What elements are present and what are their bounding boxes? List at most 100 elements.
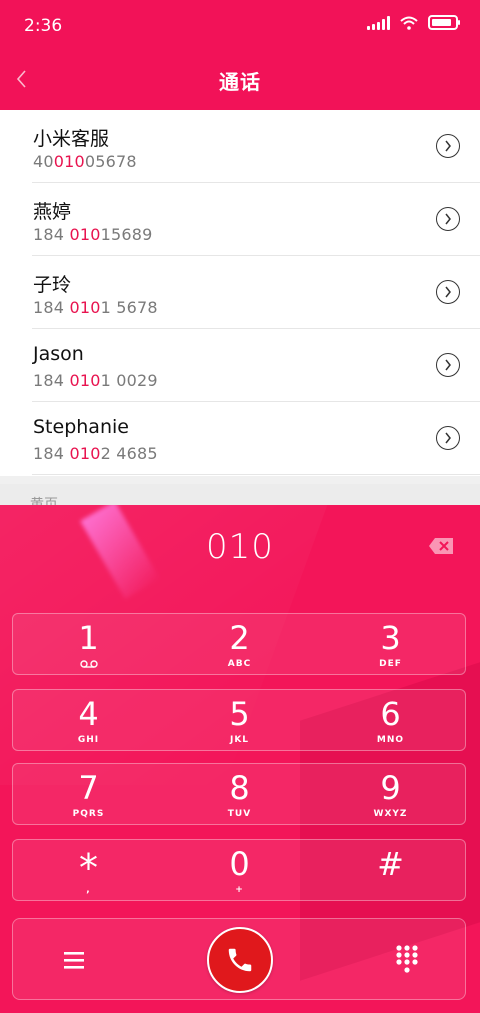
number-suffix: 2 4685 [100,444,158,463]
contact-name: Stephanie [33,416,129,438]
wifi-icon [400,16,418,30]
key-digit: 1 [78,619,99,657]
key-0[interactable]: 0 + [164,840,315,902]
key-letters: DEF [379,659,402,669]
key-6[interactable]: 6 MNO [315,690,466,752]
contact-row[interactable]: Stephanie 184 0102 4685 [0,402,480,475]
app-header: 2:36 通话 [0,0,480,110]
key-5[interactable]: 5 JKL [164,690,315,752]
menu-icon [64,952,84,969]
signal-icon [367,15,390,30]
key-letters: TUV [227,809,252,819]
key-digit: 0 [229,845,250,883]
key-digit: 7 [78,769,99,807]
key-1[interactable]: 1 [13,614,164,676]
keypad-row: 4 GHI 5 JKL 6 MNO [12,689,466,751]
call-button[interactable] [207,927,273,993]
key-letters: JKL [229,735,250,745]
divider [32,474,480,475]
dialer-action-bar [12,918,466,1000]
contact-number: 184 0101 5678 [33,298,158,317]
key-star[interactable]: * , [13,840,164,902]
keypad-row: 7 PQRS 8 TUV 9 WXYZ [12,763,466,825]
contact-name: 燕婷 [33,201,72,223]
status-bar: 2:36 [0,0,480,52]
number-prefix: 184 [33,225,70,244]
key-digit: 9 [380,769,401,807]
key-9[interactable]: 9 WXYZ [315,764,466,826]
key-2[interactable]: 2 ABC [164,614,315,676]
key-digit: 8 [229,769,250,807]
section-header-yellow-pages: 黄页 [0,484,480,513]
chevron-circle-right-icon [445,213,451,225]
number-suffix: 05678 [84,152,137,171]
contact-results-list: 小米客服 4001005678 燕婷 184 01015689 子玲 184 0… [0,110,480,476]
dialed-number: 010 [206,527,274,567]
key-letters: WXYZ [373,809,408,819]
contact-info-button[interactable] [436,353,460,377]
backspace-icon [429,538,453,554]
number-match: 010 [69,444,101,463]
key-digit: 6 [380,695,401,733]
key-digit: 3 [380,619,401,657]
backspace-button[interactable] [428,537,454,555]
chevron-circle-right-icon [445,432,451,444]
number-prefix: 184 [33,444,70,463]
contact-number: 184 01015689 [33,225,152,244]
number-suffix: 1 0029 [100,371,158,390]
number-match: 010 [53,152,85,171]
contact-row[interactable]: 子玲 184 0101 5678 [0,256,480,329]
contact-name: Jason [33,343,84,365]
key-letters: ABC [227,659,252,669]
contact-row[interactable]: 小米客服 4001005678 [0,110,480,183]
contact-name: 小米客服 [33,128,110,150]
number-match: 010 [69,371,101,390]
key-letters: , [86,885,91,895]
contact-number: 184 0102 4685 [33,444,158,463]
key-digit: # [377,845,404,883]
battery-level [432,19,451,26]
key-7[interactable]: 7 PQRS [13,764,164,826]
keypad-row: 1 2 ABC 3 DEF [12,613,466,675]
key-letters: MNO [376,735,405,745]
number-prefix: 40 [33,152,54,171]
number-suffix: 15689 [100,225,153,244]
key-hash[interactable]: # [315,840,466,902]
status-icons [367,15,460,30]
contact-info-button[interactable] [436,207,460,231]
contact-info-button[interactable] [436,280,460,304]
key-digit: 5 [229,695,250,733]
key-8[interactable]: 8 TUV [164,764,315,826]
phone-icon [228,948,252,972]
contact-name: 子玲 [33,274,72,296]
contact-row[interactable]: 燕婷 184 01015689 [0,183,480,256]
chevron-circle-right-icon [445,286,451,298]
key-digit: 4 [78,695,99,733]
key-letters: PQRS [72,809,105,819]
key-digit: * [79,846,98,890]
chevron-circle-right-icon [445,359,451,371]
contact-info-button[interactable] [436,426,460,450]
dialer-panel: 010 1 2 ABC 3 DEF 4 GHI 5 JKL 6 MNO 7 PQ… [0,505,480,1013]
contact-row[interactable]: Jason 184 0101 0029 [0,329,480,402]
number-match: 010 [69,298,101,317]
number-suffix: 1 5678 [100,298,158,317]
voicemail-icon [13,660,164,668]
key-letters: + [235,885,244,895]
page-title: 通话 [219,70,261,94]
contact-number: 184 0101 0029 [33,371,158,390]
battery-icon [428,15,460,30]
number-prefix: 184 [33,298,70,317]
key-letters: GHI [77,735,100,745]
keypad-row: * , 0 + # [12,839,466,901]
contact-number: 4001005678 [33,152,137,171]
key-3[interactable]: 3 DEF [315,614,466,676]
chevron-circle-right-icon [445,140,451,152]
number-match: 010 [69,225,101,244]
number-prefix: 184 [33,371,70,390]
hide-keypad-button[interactable] [395,944,419,974]
dialpad-icon [396,945,418,973]
menu-button[interactable] [61,947,87,973]
contact-info-button[interactable] [436,134,460,158]
key-4[interactable]: 4 GHI [13,690,164,752]
